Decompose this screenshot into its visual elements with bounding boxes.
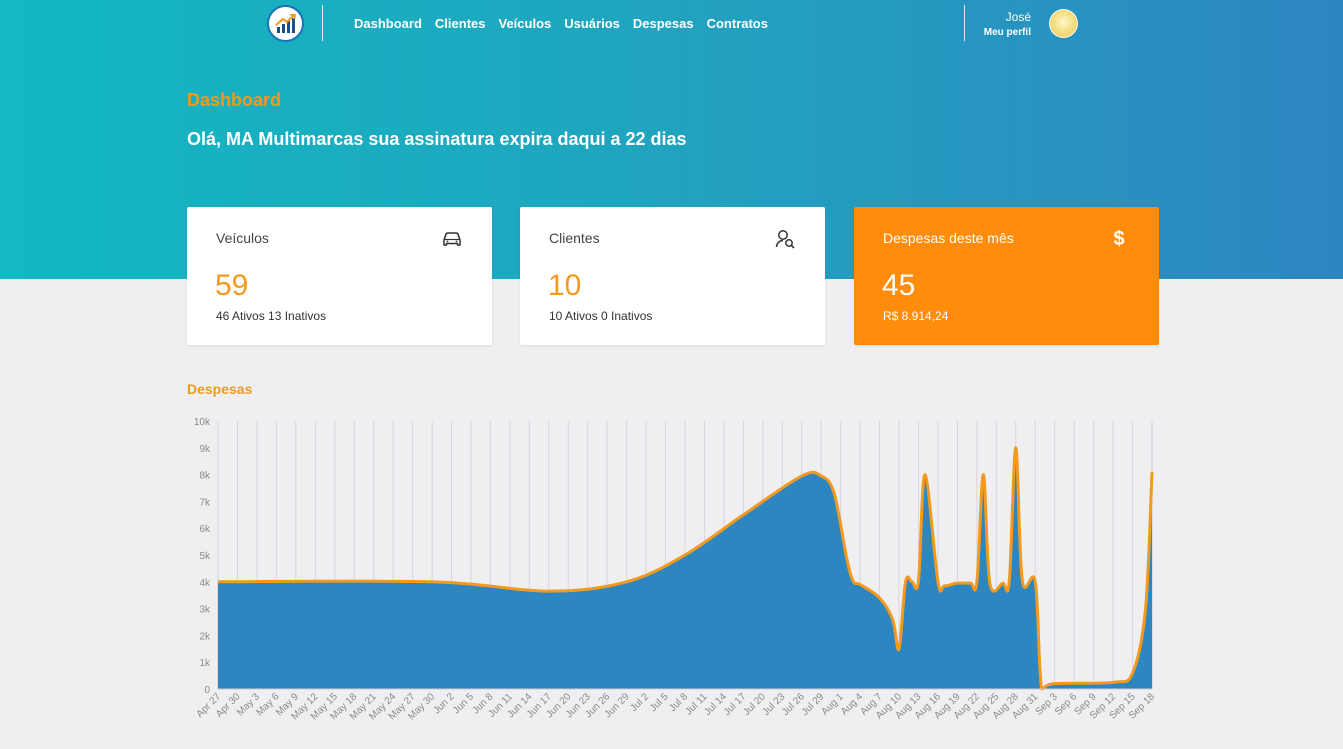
y-tick-label: 10k <box>194 417 211 428</box>
vehicles-card[interactable]: Veículos 59 46 Ativos 13 Inativos <box>187 207 492 345</box>
app-logo[interactable] <box>267 5 304 42</box>
y-tick-label: 6k <box>199 524 211 535</box>
chart-title: Despesas <box>187 381 253 397</box>
card-title: Despesas deste mês <box>883 230 1014 246</box>
profile-menu[interactable]: José Meu perfil <box>984 10 1031 38</box>
nav-usuarios[interactable]: Usuários <box>564 16 620 31</box>
expenses-total: R$ 8.914,24 <box>883 309 949 323</box>
x-tick-label: Jul 5 <box>648 691 671 714</box>
clients-status: 10 Ativos 0 Inativos <box>549 309 653 323</box>
nav-divider-left <box>322 5 323 41</box>
y-tick-label: 8k <box>199 471 211 482</box>
expenses-card[interactable]: Despesas deste mês $ 45 R$ 8.914,24 <box>854 207 1159 345</box>
main-nav: Dashboard Clientes Veículos Usuários Des… <box>354 16 768 31</box>
expenses-chart: Apr 27Apr 30May 3May 6May 9May 12May 15M… <box>194 417 1158 722</box>
dollar-icon: $ <box>1113 228 1125 250</box>
nav-clientes[interactable]: Clientes <box>435 16 486 31</box>
y-tick-label: 3k <box>199 605 211 616</box>
card-title: Clientes <box>549 230 600 246</box>
y-tick-label: 4k <box>199 578 211 589</box>
nav-contratos[interactable]: Contratos <box>707 16 768 31</box>
clients-card[interactable]: Clientes 10 10 Ativos 0 Inativos <box>520 207 825 345</box>
vehicles-count: 59 <box>215 269 249 302</box>
y-tick-label: 7k <box>199 497 211 508</box>
car-icon <box>443 232 461 246</box>
expenses-count: 45 <box>882 269 916 302</box>
nav-despesas[interactable]: Despesas <box>633 16 694 31</box>
vehicles-status: 46 Ativos 13 Inativos <box>216 309 327 323</box>
y-tick-label: 9k <box>199 444 211 455</box>
chart-growth-icon <box>274 13 296 33</box>
y-tick-label: 0 <box>204 685 210 696</box>
avatar[interactable] <box>1049 9 1078 38</box>
y-tick-label: 1k <box>199 658 211 669</box>
user-name: José <box>1005 10 1031 24</box>
x-tick-label: Jun 5 <box>451 691 476 716</box>
user-search-icon <box>775 230 795 249</box>
x-tick-label: Jul 2 <box>628 691 651 714</box>
page-title: Dashboard <box>187 90 282 110</box>
nav-divider-right <box>964 5 965 41</box>
subscription-message: Olá, MA Multimarcas sua assinatura expir… <box>187 129 687 149</box>
clients-count: 10 <box>548 269 582 302</box>
card-title: Veículos <box>216 230 269 246</box>
y-tick-label: 5k <box>199 551 211 562</box>
nav-dashboard[interactable]: Dashboard <box>354 16 422 31</box>
x-tick-label: Jun 2 <box>432 691 457 716</box>
profile-link[interactable]: Meu perfil <box>984 27 1031 38</box>
nav-veiculos[interactable]: Veículos <box>498 16 551 31</box>
y-tick-label: 2k <box>199 631 211 642</box>
